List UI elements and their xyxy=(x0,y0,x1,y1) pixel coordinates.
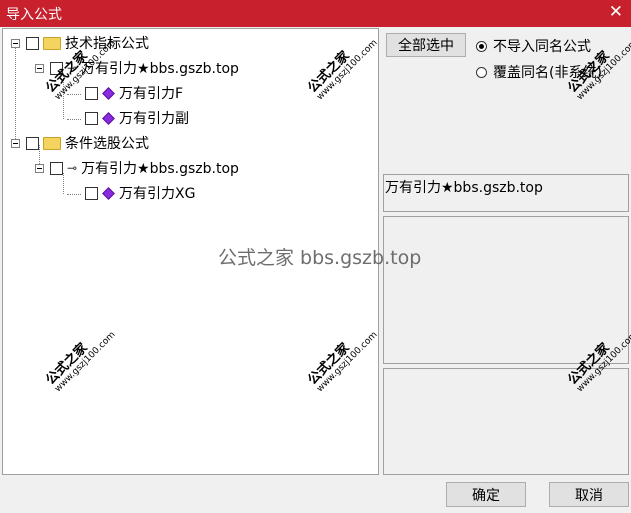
item-label: 万有引力★bbs.gszb.top xyxy=(81,161,239,177)
leaf-label: 万有引力F xyxy=(119,86,184,102)
leaf-checkbox[interactable] xyxy=(85,186,98,200)
close-icon[interactable]: ✕ xyxy=(609,2,623,22)
collapse-toggle-icon[interactable] xyxy=(35,163,44,173)
radio-dot-icon[interactable] xyxy=(476,40,487,52)
group-checkbox[interactable] xyxy=(26,136,39,150)
formula-name-text: 万有引力★bbs.gszb.top xyxy=(385,180,543,196)
formula-gem-icon xyxy=(102,186,115,200)
leaf-label: 万有引力XG xyxy=(119,186,196,202)
folder-icon xyxy=(43,136,61,150)
leaf-label: 万有引力副 xyxy=(119,111,189,127)
formula-gem-icon xyxy=(102,86,115,100)
tree-group-stock-picking[interactable]: 条件选股公式 xyxy=(11,133,149,153)
radio-skip-label: 不导入同名公式 xyxy=(493,39,591,55)
select-all-button[interactable]: 全部选中 xyxy=(386,33,466,57)
formula-description-panel xyxy=(383,216,629,364)
tree-leaf[interactable]: 万有引力XG xyxy=(79,183,195,203)
tree-leaf[interactable]: 万有引力副 xyxy=(79,108,189,128)
tree-connector xyxy=(15,45,16,145)
cancel-button[interactable]: 取消 xyxy=(549,482,629,507)
radio-dot-icon[interactable] xyxy=(476,66,487,78)
group-checkbox[interactable] xyxy=(26,36,39,50)
collapse-toggle-icon[interactable] xyxy=(11,38,20,48)
tree-item-formula[interactable]: ⊸ 万有引力★bbs.gszb.top xyxy=(35,158,239,178)
collapse-toggle-icon[interactable] xyxy=(11,138,20,148)
window-title: 导入公式 xyxy=(6,7,62,23)
ok-button[interactable]: 确定 xyxy=(446,482,526,507)
leaf-checkbox[interactable] xyxy=(85,111,98,125)
radio-skip-same-name[interactable]: 不导入同名公式 xyxy=(476,36,591,56)
tree-leaf[interactable]: 万有引力F xyxy=(79,83,183,103)
key-icon: ⊸ xyxy=(67,161,78,175)
item-checkbox[interactable] xyxy=(50,161,63,175)
formula-gem-icon xyxy=(102,111,115,125)
formula-name-box: 万有引力★bbs.gszb.top xyxy=(383,174,629,212)
title-bar: 导入公式 ✕ xyxy=(0,0,631,27)
leaf-checkbox[interactable] xyxy=(85,86,98,100)
folder-icon xyxy=(43,36,61,50)
watermark-center: 公式之家 bbs.gszb.top xyxy=(218,247,422,269)
group-label: 条件选股公式 xyxy=(65,136,149,152)
item-label: 万有引力★bbs.gszb.top xyxy=(81,61,239,77)
collapse-toggle-icon[interactable] xyxy=(35,63,44,73)
